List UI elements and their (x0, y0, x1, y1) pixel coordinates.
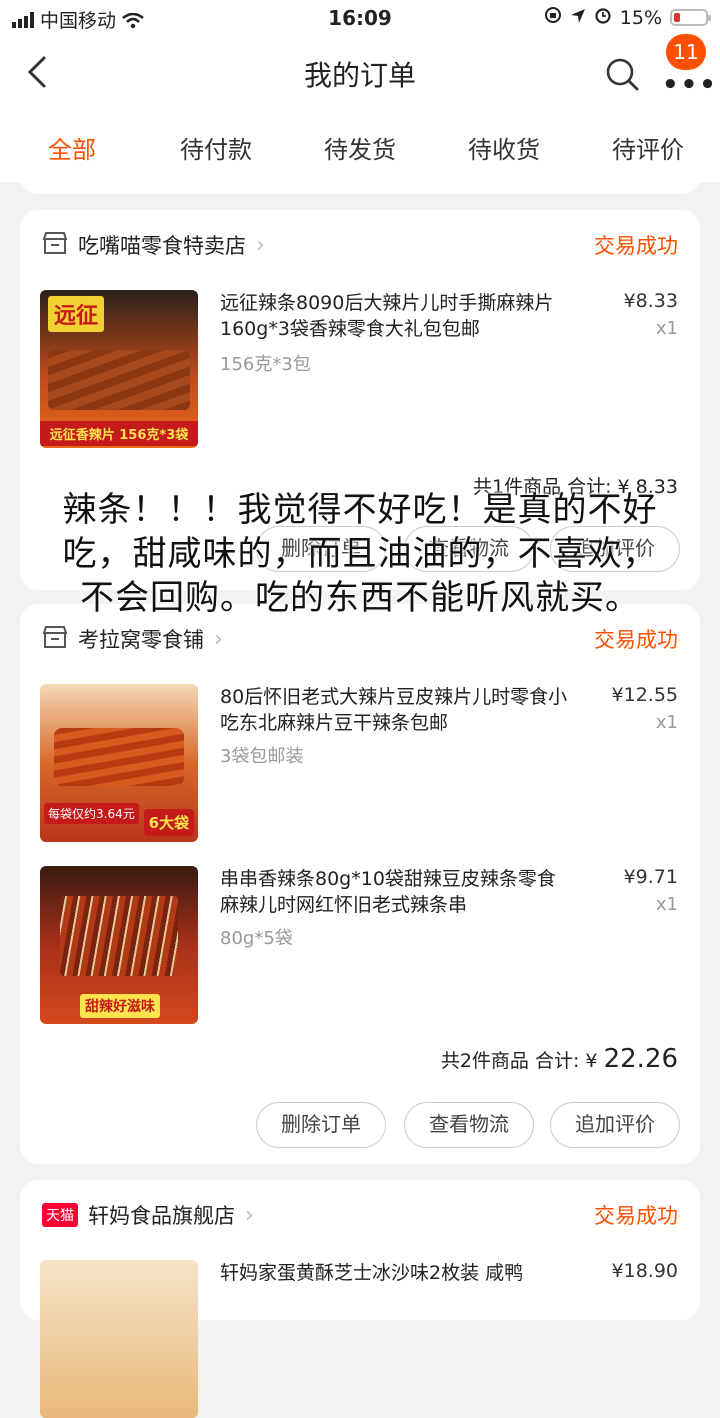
order-status: 交易成功 (594, 234, 678, 258)
notification-badge: 11 (666, 34, 706, 70)
store-row[interactable]: 吃嘴喵零食特卖店 › (42, 230, 265, 260)
rotation-lock-icon (544, 6, 562, 29)
product-price: ¥18.90 (611, 1260, 678, 1282)
product-image-food (54, 728, 184, 786)
store-icon (42, 231, 68, 260)
product-sku: 3袋包邮装 (220, 746, 304, 767)
store-name: 考拉窝零食铺 (78, 628, 204, 652)
overlay-line: 吃，甜咸味的，而且油油的，不喜欢， (62, 534, 658, 574)
nav-bar: 我的订单 ••• 11 (0, 34, 720, 110)
location-icon (570, 7, 586, 29)
overlay-line: 辣条！！！我觉得不好吃！是真的不好 (62, 490, 658, 530)
status-bar-right: 15% (544, 6, 711, 29)
product-image-brand: 远征 (48, 296, 105, 332)
add-review-button[interactable]: 追加评价 (550, 1102, 680, 1148)
product-quantity: x1 (655, 712, 678, 733)
order-card: 天猫 轩妈食品旗舰店 › 交易成功 轩妈家蛋黄酥芝士冰沙味2枚装 咸鸭 ¥18.… (20, 1180, 700, 1418)
search-icon[interactable] (604, 56, 640, 92)
order-status: 交易成功 (594, 1204, 678, 1228)
store-name: 轩妈食品旗舰店 (88, 1204, 235, 1228)
tab-pending-receipt[interactable]: 待收货 (444, 130, 564, 165)
product-price: ¥9.71 (623, 866, 678, 888)
product-price: ¥8.33 (623, 290, 678, 312)
product-name[interactable]: 远征辣条8090后大辣片儿时手撕麻辣片160g*3袋香辣零食大礼包包邮 (220, 290, 570, 342)
product-quantity: x1 (655, 894, 678, 915)
order-card: 考拉窝零食铺 › 交易成功 每袋仅约3.64元 6大袋 80后怀旧老式大辣片豆皮… (20, 604, 700, 1164)
status-bar: 中国移动 16:09 15% (0, 0, 720, 36)
alarm-icon (594, 6, 612, 29)
order-total-amount: 22.26 (603, 1044, 678, 1074)
previous-order-card (20, 168, 700, 194)
product-image-caption: 甜辣好滋味 (80, 994, 160, 1018)
store-row[interactable]: 考拉窝零食铺 › (42, 624, 223, 654)
order-status: 交易成功 (594, 628, 678, 652)
battery-icon (670, 9, 711, 26)
product-name[interactable]: 轩妈家蛋黄酥芝士冰沙味2枚装 咸鸭 (220, 1260, 570, 1286)
chevron-right-icon: › (245, 1202, 254, 1228)
product-image[interactable] (40, 1260, 198, 1418)
product-sku: 80g*5袋 (220, 928, 293, 949)
more-menu-button[interactable]: ••• (662, 70, 718, 100)
chevron-right-icon: › (214, 626, 223, 652)
tab-pending-shipment[interactable]: 待发货 (300, 130, 420, 165)
product-image-caption: 远征香辣片 156克*3袋 (40, 421, 198, 446)
chevron-right-icon: › (256, 232, 265, 258)
product-name[interactable]: 80后怀旧老式大辣片豆皮辣片儿时零食小吃东北麻辣片豆干辣条包邮 (220, 684, 570, 736)
tab-pending-payment[interactable]: 待付款 (156, 130, 276, 165)
tmall-tag: 天猫 (42, 1203, 78, 1227)
battery-percent: 15% (619, 6, 662, 29)
product-sku: 156克*3包 (220, 354, 311, 375)
store-name: 吃嘴喵零食特卖店 (78, 234, 246, 258)
review-overlay-text: 辣条！！！我觉得不好吃！是真的不好 吃，甜咸味的，而且油油的，不喜欢， 不会回购… (0, 488, 720, 620)
tab-all[interactable]: 全部 (12, 130, 132, 165)
product-image[interactable]: 甜辣好滋味 (40, 866, 198, 1024)
product-price: ¥12.55 (611, 684, 678, 706)
delete-order-button[interactable]: 删除订单 (256, 1102, 386, 1148)
store-icon (42, 625, 68, 654)
store-row[interactable]: 天猫 轩妈食品旗舰店 › (42, 1200, 254, 1230)
track-shipment-button[interactable]: 查看物流 (404, 1102, 534, 1148)
product-quantity: x1 (655, 318, 678, 339)
product-image-food (48, 350, 190, 410)
order-total: 共2件商品 合计: ¥ 22.26 (441, 1044, 678, 1074)
product-image-caption: 每袋仅约3.64元 (44, 803, 139, 824)
product-image[interactable]: 每袋仅约3.64元 6大袋 (40, 684, 198, 842)
overlay-line: 不会回购。吃的东西不能听风就买。 (80, 578, 640, 618)
product-image-food (60, 896, 178, 976)
product-image-badge: 6大袋 (143, 809, 194, 836)
tab-pending-review[interactable]: 待评价 (588, 130, 708, 165)
product-image[interactable]: 远征 远征香辣片 156克*3袋 (40, 290, 198, 448)
product-name[interactable]: 串串香辣条80g*10袋甜辣豆皮辣条零食麻辣儿时网红怀旧老式辣条串 (220, 866, 570, 918)
order-total-label: 共2件商品 合计: ¥ (440, 1050, 598, 1072)
